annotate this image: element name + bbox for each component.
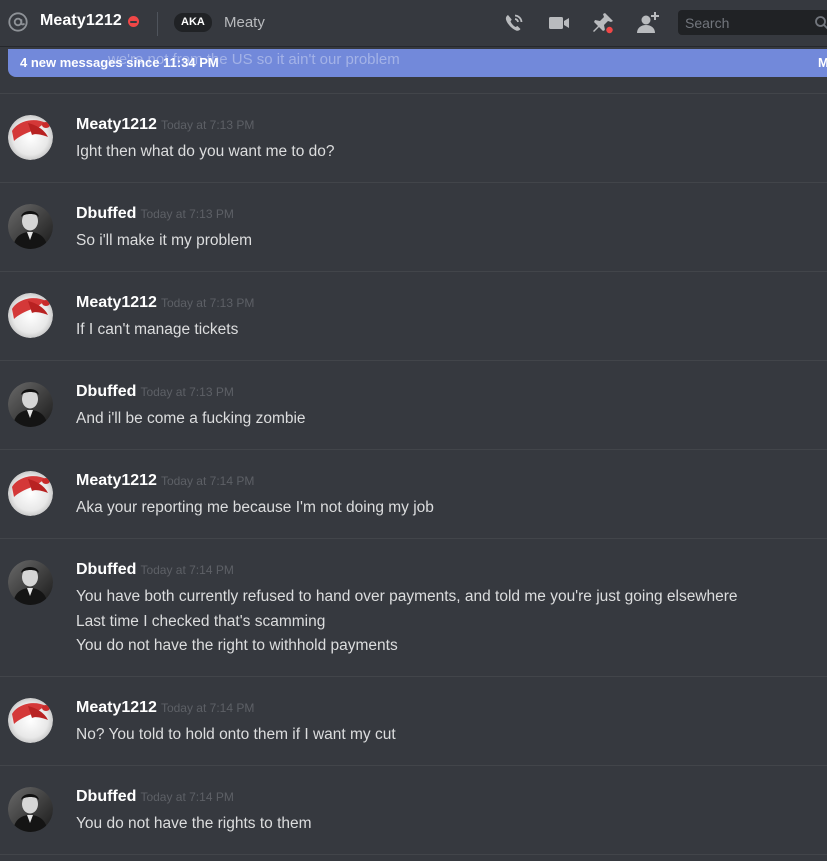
call-icon[interactable] <box>501 10 527 36</box>
message-timestamp: Today at 7:14 PM <box>140 563 234 577</box>
header-username: Meaty1212 <box>40 12 122 29</box>
channel-header: Meaty1212 AKA Meaty <box>0 0 827 47</box>
message-header: Dbuffed Today at 7:14 PM <box>76 786 234 806</box>
message-header: Meaty1212 Today at 7:13 PM <box>76 292 254 312</box>
search-input[interactable] <box>678 10 818 35</box>
message-text: No? You told to hold onto them if I want… <box>76 726 396 743</box>
new-messages-bar[interactable]: we're not from the US so it ain't our pr… <box>8 49 827 77</box>
message-author[interactable]: Dbuffed <box>76 788 136 805</box>
message-author[interactable]: Dbuffed <box>76 383 136 400</box>
message-text: You do not have the rights to them <box>76 815 312 832</box>
message-group[interactable]: Meaty1212 Today at 7:13 PM Ight then what … <box>0 94 827 182</box>
message-header: Meaty1212 Today at 7:13 PM <box>76 114 254 134</box>
add-friend-icon[interactable] <box>635 10 661 36</box>
aka-name: Meaty <box>224 14 265 31</box>
avatar-dbuffed[interactable] <box>8 787 53 832</box>
avatar-meaty[interactable] <box>8 698 53 743</box>
message-timestamp: Today at 7:13 PM <box>140 207 234 221</box>
message-content: If I can't manage tickets <box>76 318 238 343</box>
message-content: Aka your reporting me because I'm not do… <box>76 496 434 521</box>
aka-badge: AKA <box>174 13 212 32</box>
message-group[interactable]: Dbuffed Today at 7:14 PM You have both cur… <box>0 539 827 676</box>
message-text: Last time I checked that's scamming <box>76 612 326 630</box>
avatar-dbuffed[interactable] <box>8 204 53 249</box>
message-timestamp: Today at 7:14 PM <box>160 474 255 488</box>
message-text: Ight then what do you want me to do? <box>76 143 335 160</box>
pin-icon[interactable] <box>590 10 616 36</box>
avatar-dbuffed[interactable] <box>8 382 53 427</box>
message-content: So i'll make it my problem <box>76 229 252 254</box>
message-text: And i'll be come a fucking zombie <box>76 410 306 427</box>
header-divider <box>157 12 158 36</box>
message-text: Aka your reporting me because I'm not do… <box>76 499 434 516</box>
message-timestamp: Today at 7:13 PM <box>140 385 234 399</box>
at-icon <box>8 12 28 32</box>
message-group[interactable]: Dbuffed Today at 7:13 PM And i'll be come … <box>0 361 827 449</box>
message-header: Dbuffed Today at 7:13 PM <box>76 203 234 223</box>
message-author[interactable]: Meaty1212 <box>76 472 157 489</box>
message-text: You do not have the right to withhold pa… <box>76 637 398 654</box>
message-header: Dbuffed Today at 7:13 PM <box>76 381 234 401</box>
search-icon[interactable] <box>814 15 827 31</box>
message-header: Meaty1212 Today at 7:14 PM <box>76 470 254 490</box>
message-author[interactable]: Meaty1212 <box>76 699 157 716</box>
avatar-meaty[interactable] <box>8 471 53 516</box>
message-list: Meaty1212 Today at 7:13 PM Ight then what … <box>0 93 827 855</box>
message-header: Meaty1212 Today at 7:14 PM <box>76 697 254 717</box>
message-content: You do not have the rights to them <box>76 812 312 837</box>
message-text: If I can't manage tickets <box>76 321 239 338</box>
message-group[interactable]: Meaty1212 Today at 7:14 PM No? You told to… <box>0 677 827 765</box>
message-content: And i'll be come a fucking zombie <box>76 407 306 432</box>
message-group[interactable]: Meaty1212 Today at 7:13 PM If I can't mana… <box>0 272 827 360</box>
message-author[interactable]: Dbuffed <box>76 205 136 222</box>
message-group[interactable]: Meaty1212 Today at 7:14 PM Aka your report… <box>0 450 827 538</box>
mark-as-read-button[interactable]: M <box>818 55 827 70</box>
message-content: No? You told to hold onto them if I want… <box>76 723 396 748</box>
message-group[interactable]: Dbuffed Today at 7:13 PM So i'll make it m… <box>0 183 827 271</box>
avatar-meaty[interactable] <box>8 115 53 160</box>
message-author[interactable]: Dbuffed <box>76 561 136 578</box>
message-divider <box>0 854 827 855</box>
message-group[interactable]: Dbuffed Today at 7:14 PM You do not have t… <box>0 766 827 854</box>
message-content: Ight then what do you want me to do? <box>76 140 335 165</box>
message-timestamp: Today at 7:13 PM <box>160 296 255 310</box>
message-text: So i'll make it my problem <box>76 232 253 249</box>
message-text: You have both currently refused to hand … <box>76 588 738 605</box>
message-timestamp: Today at 7:13 PM <box>160 118 255 132</box>
message-timestamp: Today at 7:14 PM <box>140 790 234 804</box>
avatar-meaty[interactable] <box>8 293 53 338</box>
message-content: You have both currently refused to hand … <box>76 585 738 659</box>
message-author[interactable]: Meaty1212 <box>76 294 157 311</box>
message-author[interactable]: Meaty1212 <box>76 116 157 133</box>
search-box[interactable] <box>678 10 827 35</box>
dnd-status-icon <box>128 16 139 27</box>
video-icon[interactable] <box>546 10 572 36</box>
new-messages-label[interactable]: 4 new messages since 11:34 PM <box>20 55 219 70</box>
message-header: Dbuffed Today at 7:14 PM <box>76 559 234 579</box>
message-timestamp: Today at 7:14 PM <box>160 701 255 715</box>
avatar-dbuffed[interactable] <box>8 560 53 605</box>
